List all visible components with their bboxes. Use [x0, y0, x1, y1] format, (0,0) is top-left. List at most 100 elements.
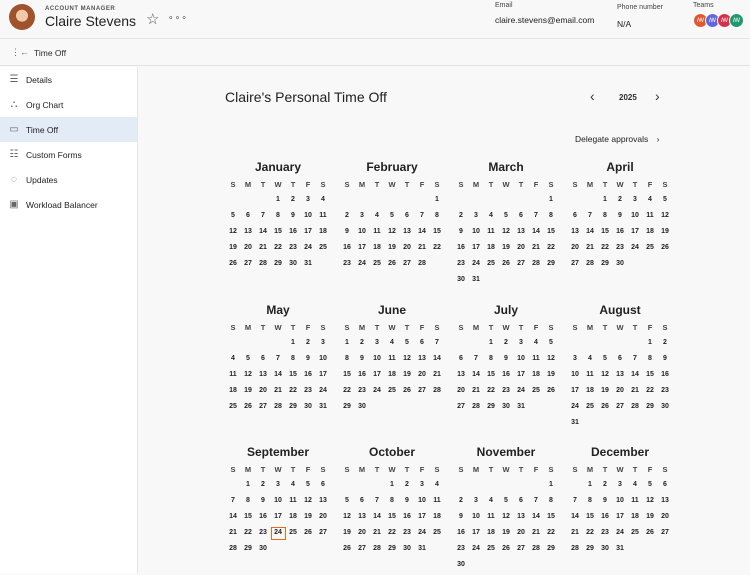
day-cell[interactable]: 6: [256, 353, 271, 369]
day-cell[interactable]: 13: [316, 495, 331, 511]
day-cell[interactable]: 11: [484, 511, 499, 527]
day-cell[interactable]: 11: [430, 495, 445, 511]
day-cell[interactable]: 18: [583, 385, 598, 401]
day-cell[interactable]: 21: [256, 242, 271, 258]
day-cell[interactable]: 29: [271, 258, 286, 274]
collapse-sidebar-icon[interactable]: ⋮←: [11, 47, 29, 58]
day-cell[interactable]: 17: [613, 511, 628, 527]
day-cell[interactable]: 30: [454, 274, 469, 290]
day-cell[interactable]: 15: [385, 511, 400, 527]
day-cell[interactable]: 10: [301, 210, 316, 226]
day-cell[interactable]: 6: [514, 210, 529, 226]
day-cell[interactable]: 28: [568, 543, 583, 559]
day-cell[interactable]: 19: [400, 369, 415, 385]
day-cell[interactable]: 4: [286, 479, 301, 495]
day-cell[interactable]: 21: [568, 527, 583, 543]
day-cell[interactable]: 28: [469, 401, 484, 417]
day-cell[interactable]: 10: [370, 353, 385, 369]
day-cell[interactable]: 12: [643, 495, 658, 511]
sidebar-item-workload-balancer[interactable]: ▣ Workload Balancer: [0, 192, 137, 217]
day-cell[interactable]: 12: [400, 353, 415, 369]
day-cell[interactable]: 16: [454, 242, 469, 258]
day-cell[interactable]: 18: [643, 226, 658, 242]
day-cell[interactable]: 29: [241, 543, 256, 559]
day-cell[interactable]: 19: [301, 511, 316, 527]
day-cell[interactable]: 30: [286, 258, 301, 274]
day-cell[interactable]: 24: [469, 543, 484, 559]
day-cell[interactable]: 14: [430, 353, 445, 369]
day-cell[interactable]: 23: [613, 242, 628, 258]
day-cell[interactable]: 29: [544, 543, 559, 559]
day-cell[interactable]: 27: [514, 543, 529, 559]
day-cell[interactable]: 12: [340, 511, 355, 527]
day-cell[interactable]: 27: [316, 527, 331, 543]
day-cell[interactable]: 15: [583, 511, 598, 527]
next-year-button[interactable]: ›: [655, 88, 660, 104]
day-cell[interactable]: 20: [415, 369, 430, 385]
day-cell[interactable]: 23: [499, 385, 514, 401]
day-cell[interactable]: 13: [658, 495, 673, 511]
day-cell[interactable]: 13: [514, 226, 529, 242]
day-cell[interactable]: 10: [613, 495, 628, 511]
day-cell[interactable]: 1: [583, 479, 598, 495]
day-cell[interactable]: 5: [658, 194, 673, 210]
day-cell[interactable]: 11: [286, 495, 301, 511]
day-cell[interactable]: 9: [454, 226, 469, 242]
day-cell[interactable]: 17: [370, 369, 385, 385]
day-cell[interactable]: 5: [499, 210, 514, 226]
day-cell[interactable]: 25: [226, 401, 241, 417]
day-cell[interactable]: 18: [529, 369, 544, 385]
day-cell[interactable]: 17: [316, 369, 331, 385]
day-cell[interactable]: 31: [415, 543, 430, 559]
day-cell[interactable]: 20: [514, 527, 529, 543]
day-cell[interactable]: 3: [514, 337, 529, 353]
day-cell[interactable]: 21: [370, 527, 385, 543]
day-cell[interactable]: 4: [643, 194, 658, 210]
day-cell[interactable]: 26: [385, 258, 400, 274]
today-day-cell[interactable]: 24: [270, 527, 286, 540]
day-cell[interactable]: 6: [400, 210, 415, 226]
day-cell[interactable]: 8: [271, 210, 286, 226]
day-cell[interactable]: 4: [628, 479, 643, 495]
day-cell[interactable]: 19: [226, 242, 241, 258]
day-cell[interactable]: 16: [355, 369, 370, 385]
day-cell[interactable]: 21: [469, 385, 484, 401]
day-cell[interactable]: 25: [316, 242, 331, 258]
day-cell[interactable]: 10: [628, 210, 643, 226]
day-cell[interactable]: 11: [226, 369, 241, 385]
day-cell[interactable]: 19: [499, 242, 514, 258]
day-cell[interactable]: 23: [400, 527, 415, 543]
day-cell[interactable]: 30: [499, 401, 514, 417]
day-cell[interactable]: 10: [355, 226, 370, 242]
day-cell[interactable]: 9: [658, 353, 673, 369]
day-cell[interactable]: 28: [583, 258, 598, 274]
day-cell[interactable]: 30: [613, 258, 628, 274]
day-cell[interactable]: 30: [301, 401, 316, 417]
day-cell[interactable]: 9: [499, 353, 514, 369]
day-cell[interactable]: 20: [400, 242, 415, 258]
day-cell[interactable]: 16: [499, 369, 514, 385]
day-cell[interactable]: 24: [628, 242, 643, 258]
day-cell[interactable]: 25: [583, 401, 598, 417]
day-cell[interactable]: 4: [430, 479, 445, 495]
day-cell[interactable]: 25: [430, 527, 445, 543]
day-cell[interactable]: 14: [370, 511, 385, 527]
day-cell[interactable]: 21: [271, 385, 286, 401]
day-cell[interactable]: 26: [598, 401, 613, 417]
day-cell[interactable]: 18: [316, 226, 331, 242]
day-cell[interactable]: 10: [514, 353, 529, 369]
sidebar-item-org-chart[interactable]: ⛬ Org Chart: [0, 92, 137, 117]
day-cell[interactable]: 5: [400, 337, 415, 353]
day-cell[interactable]: 15: [643, 369, 658, 385]
day-cell[interactable]: 14: [469, 369, 484, 385]
day-cell[interactable]: 25: [370, 258, 385, 274]
more-options-icon[interactable]: ∘∘∘: [168, 12, 188, 23]
day-cell[interactable]: 2: [256, 479, 271, 495]
day-cell[interactable]: 20: [316, 511, 331, 527]
day-cell[interactable]: 5: [340, 495, 355, 511]
day-cell[interactable]: 17: [415, 511, 430, 527]
day-cell[interactable]: 28: [628, 401, 643, 417]
avatar[interactable]: [9, 4, 35, 30]
day-cell[interactable]: 8: [544, 210, 559, 226]
day-cell[interactable]: 14: [568, 511, 583, 527]
